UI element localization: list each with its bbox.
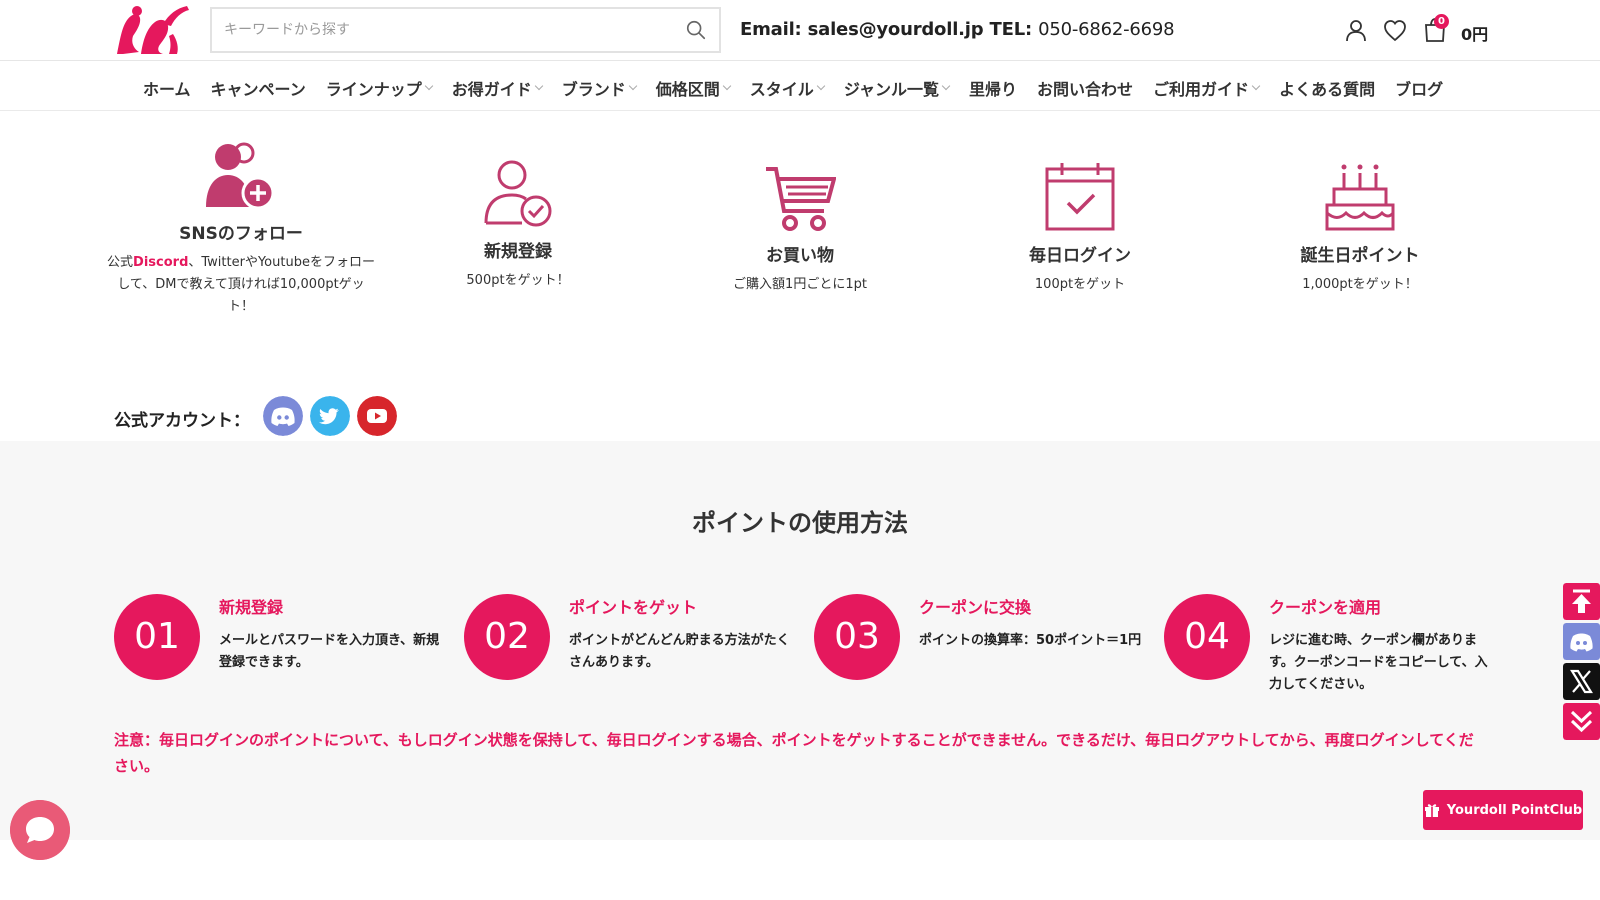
nav-item-label: 里帰り (969, 80, 1018, 99)
nav-item[interactable]: 価格区間 (655, 76, 732, 100)
feature-birthday-points: 誕生日ポイント 1,000ptをゲット！ (1225, 163, 1495, 296)
nav-item-label: ジャンル一覧 (843, 80, 940, 99)
feature-title: SNSのフォロー (179, 224, 303, 244)
nav-item[interactable]: 里帰り (969, 76, 1017, 100)
pointclub-label: Yourdoll PointClub (1446, 802, 1583, 818)
search-icon[interactable] (685, 19, 707, 41)
nav-item[interactable]: お得ガイド (451, 76, 544, 100)
nav-item-label: 価格区間 (655, 80, 720, 99)
point-earning-features: SNSのフォロー 公式Discord、TwitterやYoutubeをフォローし… (0, 111, 1600, 441)
chevron-down-icon (628, 81, 638, 91)
login-points-notice: 注意：毎日ログインのポイントについて、もしログイン状態を保持して、毎日ログインす… (114, 731, 1474, 775)
step-description: レジに進む時、クーポン欄があります。クーポンコードをコピーして、入力してください… (1269, 633, 1488, 692)
tel-number[interactable]: 050-6862-6698 (1038, 19, 1175, 40)
step-number: 03 (814, 594, 900, 680)
step-description: ポイントがどんどん貯まる方法がたくさんあります。 (569, 633, 790, 670)
step-title: ポイントをゲット (569, 598, 698, 617)
cart-icon (766, 167, 836, 231)
discord-icon[interactable] (1563, 623, 1600, 660)
contact-info: Email: sales@yourdoll.jp TEL: 050-6862-6… (740, 19, 1175, 40)
feature-title: お買い物 (766, 246, 834, 266)
how-to-use-points: ポイントの使用方法 01 新規登録 メールとパスワードを入力頂き、新規登録できま… (0, 441, 1600, 840)
nav-list: ホーム キャンペーン ラインナップ お得ガイド ブランド 価格区間 スタイル ジャンル一覧 里帰… (143, 76, 1463, 100)
feature-title: 毎日ログイン (1029, 246, 1131, 266)
cart-count-badge: 0 (1434, 14, 1449, 29)
user-check-icon (484, 160, 552, 227)
nav-item-label: ご利用ガイド (1153, 80, 1250, 99)
step-number: 04 (1164, 594, 1250, 680)
step-number: 01 (114, 594, 200, 680)
user-add-icon (206, 142, 275, 210)
search-box (210, 7, 721, 53)
feature-shopping: お買い物 ご購入額1円ごとに1pt (665, 165, 935, 296)
chevron-down-icon (941, 81, 951, 91)
desc-pre: 公式 (107, 255, 134, 270)
calendar-check-icon (1045, 163, 1115, 231)
step-title: クーポンを適用 (1269, 598, 1382, 617)
site-header: Email: sales@yourdoll.jp TEL: 050-6862-6… (0, 0, 1600, 61)
feature-description: 1,000ptをゲット！ (1302, 277, 1418, 292)
nav-item[interactable]: ブランド (561, 76, 638, 100)
brand-logo[interactable] (113, 4, 191, 56)
nav-item-label: ブランド (561, 80, 626, 99)
nav-item[interactable]: よくある質問 (1279, 76, 1375, 100)
nav-item-label: よくある質問 (1279, 80, 1376, 99)
nav-item[interactable]: スタイル (749, 76, 826, 100)
email-label: Email: (740, 19, 802, 40)
account-icon[interactable] (1343, 17, 1369, 43)
step-number: 02 (464, 594, 550, 680)
nav-item-label: キャンペーン (210, 80, 306, 99)
chevron-down-icon (1251, 81, 1261, 91)
feature-description: ご購入額1円ごとに1pt (733, 277, 867, 292)
discord-link[interactable]: Discord (133, 255, 188, 270)
feature-description: 500ptをゲット！ (466, 273, 570, 288)
scroll-to-top-icon[interactable] (1563, 583, 1600, 620)
nav-item[interactable]: ホーム (143, 76, 191, 100)
official-accounts-label: 公式アカウント： (114, 411, 250, 431)
nav-item[interactable]: キャンペーン (211, 76, 306, 100)
gift-icon (1424, 804, 1439, 817)
chevron-down-icon (816, 81, 826, 91)
section-title: ポイントの使用方法 (692, 509, 908, 537)
search-input[interactable] (224, 9, 664, 51)
scroll-to-bottom-icon[interactable] (1563, 703, 1600, 740)
step-title: 新規登録 (219, 598, 284, 617)
birthday-cake-icon (1325, 164, 1395, 231)
main-nav: ホーム キャンペーン ラインナップ お得ガイド ブランド 価格区間 スタイル ジャンル一覧 里帰… (0, 61, 1600, 111)
nav-item[interactable]: お問い合わせ (1037, 76, 1133, 100)
feature-new-registration: 新規登録 500ptをゲット！ (383, 159, 653, 292)
chevron-down-icon (424, 81, 433, 91)
tel-label: TEL: (989, 19, 1033, 40)
nav-item-label: ブログ (1395, 80, 1444, 99)
cart-total[interactable]: 0円 (1461, 21, 1488, 45)
nav-item-label: ホーム (143, 80, 191, 99)
step-title: クーポンに交換 (919, 598, 1032, 617)
feature-title: 新規登録 (484, 242, 552, 262)
feature-title: 誕生日ポイント (1300, 246, 1420, 266)
nav-item[interactable]: ラインナップ (325, 76, 433, 100)
wishlist-heart-icon[interactable] (1382, 17, 1408, 43)
nav-item-label: スタイル (749, 80, 814, 99)
chat-bubble-icon[interactable] (10, 800, 70, 860)
feature-description: 公式Discord、TwitterやYoutubeをフォローして、DMで教えて頂… (106, 252, 376, 318)
feature-description: 100ptをゲット (1034, 277, 1126, 292)
nav-item-label: お問い合わせ (1037, 80, 1134, 99)
nav-item-label: ラインナップ (325, 80, 422, 99)
email-link[interactable]: sales@yourdoll.jp (808, 19, 984, 40)
feature-daily-login: 毎日ログイン 100ptをゲット (945, 161, 1215, 296)
nav-item[interactable]: ご利用ガイド (1153, 76, 1261, 100)
nav-item[interactable]: ジャンル一覧 (843, 76, 951, 100)
chevron-down-icon (534, 81, 544, 91)
feature-sns-follow: SNSのフォロー 公式Discord、TwitterやYoutubeをフォローし… (106, 141, 376, 318)
twitter-icon[interactable] (310, 396, 350, 436)
chevron-down-icon (722, 81, 732, 91)
discord-icon[interactable] (263, 396, 303, 436)
nav-item[interactable]: ブログ (1395, 76, 1443, 100)
pointclub-button[interactable]: Yourdoll PointClub (1423, 790, 1583, 830)
step-description: ポイントの換算率：50ポイント＝1円 (919, 633, 1142, 648)
nav-item-label: お得ガイド (451, 80, 532, 99)
step-description: メールとパスワードを入力頂き、新規登録できます。 (219, 633, 440, 670)
youtube-icon[interactable] (357, 396, 397, 436)
x-twitter-icon[interactable] (1563, 663, 1600, 700)
